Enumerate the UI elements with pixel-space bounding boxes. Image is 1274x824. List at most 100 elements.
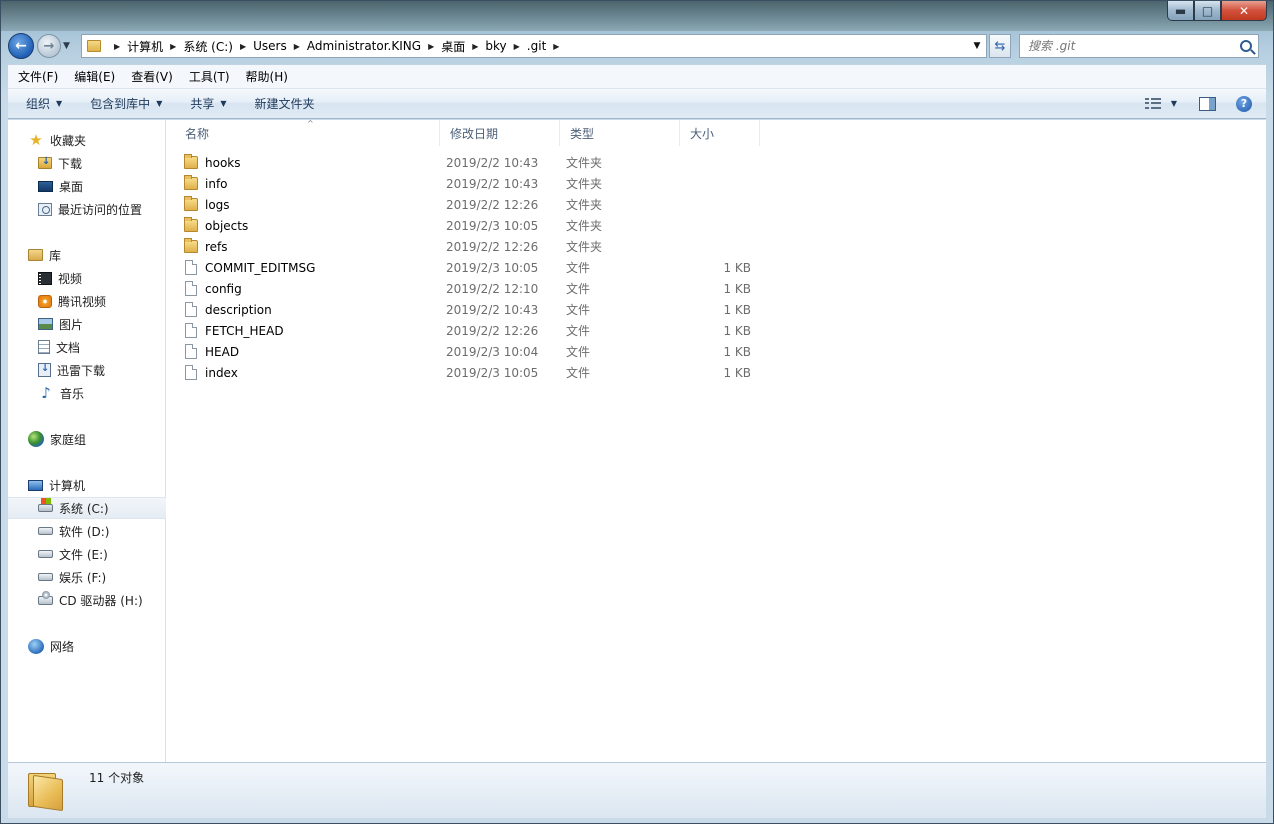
folder-icon — [87, 40, 101, 52]
breadcrumb-separator-icon[interactable]: ▶ — [553, 42, 559, 51]
file-row[interactable]: index 2019/2/3 10:05 文件 1 KB — [184, 362, 766, 383]
file-icon — [185, 365, 197, 380]
file-row[interactable]: hooks 2019/2/2 10:43 文件夹 — [184, 152, 766, 173]
file-row[interactable]: logs 2019/2/2 12:26 文件夹 — [184, 194, 766, 215]
menu-edit[interactable]: 编辑(E) — [74, 68, 115, 85]
chevron-down-icon: ▼ — [56, 99, 63, 108]
drive-icon — [38, 573, 53, 581]
new-folder-button[interactable]: 新建文件夹 — [255, 95, 315, 112]
view-options-dropdown[interactable]: ▼ — [1171, 99, 1177, 108]
sidebar-item-recent-places[interactable]: 最近访问的位置 — [8, 198, 166, 220]
sidebar-favorites[interactable]: ★ 收藏夹 — [8, 129, 166, 151]
file-row[interactable]: info 2019/2/2 10:43 文件夹 — [184, 173, 766, 194]
breadcrumb-separator-icon[interactable]: ▶ — [514, 42, 520, 51]
sidebar-homegroup[interactable]: 家庭组 — [8, 428, 166, 450]
help-icon[interactable]: ? — [1236, 95, 1252, 112]
folder-icon — [184, 196, 198, 211]
refresh-button[interactable]: ⇆ — [989, 34, 1011, 58]
back-button[interactable]: ← — [8, 33, 34, 59]
minimize-button[interactable]: ▬ — [1167, 1, 1194, 21]
file-name-cell: HEAD — [184, 344, 434, 359]
sidebar-label: CD 驱动器 (H:) — [59, 593, 143, 608]
file-modified: 2019/2/2 12:26 — [446, 239, 539, 254]
file-size: 1 KB — [723, 281, 751, 296]
file-row[interactable]: refs 2019/2/2 12:26 文件夹 — [184, 236, 766, 257]
sidebar-item-drive-f[interactable]: 娱乐 (F:) — [8, 566, 166, 588]
breadcrumb-item[interactable]: 系统 (C:) — [183, 38, 233, 55]
sidebar-libraries[interactable]: 库 — [8, 244, 166, 266]
column-header-modified[interactable]: 修改日期 — [440, 120, 560, 146]
sidebar-item-downloads[interactable]: 下载 — [8, 152, 166, 174]
file-name-cell: objects — [184, 217, 434, 233]
sidebar-network[interactable]: 网络 — [8, 635, 166, 657]
breadcrumb-item[interactable]: 桌面 — [441, 38, 465, 55]
sidebar-item-drive-c[interactable]: 系统 (C:) — [8, 497, 166, 519]
include-in-library-button[interactable]: 包含到库中 ▼ — [90, 95, 162, 112]
change-view-icon[interactable] — [1144, 97, 1161, 110]
breadcrumb-item[interactable]: bky — [485, 39, 506, 53]
sidebar-label: 桌面 — [59, 179, 84, 194]
arrow-right-icon: → — [43, 38, 55, 54]
file-type: 文件 — [566, 261, 591, 275]
file-row[interactable]: objects 2019/2/3 10:05 文件夹 — [184, 215, 766, 236]
breadcrumb-separator-icon[interactable]: ▶ — [114, 42, 120, 51]
breadcrumb-separator-icon[interactable]: ▶ — [170, 42, 176, 51]
recent-pages-dropdown[interactable]: ▼ — [63, 41, 75, 51]
file-name: FETCH_HEAD — [205, 323, 284, 338]
preview-pane-icon[interactable] — [1199, 96, 1216, 111]
breadcrumb-separator-icon[interactable]: ▶ — [240, 42, 246, 51]
breadcrumb-item[interactable]: .git — [527, 39, 546, 53]
menu-help[interactable]: 帮助(H) — [246, 68, 288, 85]
sidebar-item-tencent-video[interactable]: 腾讯视频 — [8, 290, 166, 312]
new-folder-label: 新建文件夹 — [254, 97, 315, 111]
column-header-size[interactable]: 大小 — [680, 120, 760, 146]
navigation-bar: ← → ▼ ▶ 计算机 ▶ 系统 (C:) ▶ Users ▶ Administ… — [8, 32, 1266, 60]
sidebar-label: 娱乐 (F:) — [59, 570, 107, 585]
breadcrumb-separator-icon[interactable]: ▶ — [428, 42, 434, 51]
breadcrumb-item[interactable]: Users — [253, 39, 287, 53]
file-modified: 2019/2/3 10:05 — [446, 365, 539, 380]
address-history-dropdown[interactable]: ▼ — [968, 41, 986, 51]
breadcrumb-item[interactable]: Administrator.KING — [307, 39, 421, 53]
search-icon[interactable] — [1240, 40, 1252, 52]
sidebar-item-documents[interactable]: 文档 — [8, 336, 166, 358]
sidebar-item-drive-d[interactable]: 软件 (D:) — [8, 520, 166, 542]
share-label: 共享 — [190, 97, 215, 111]
sidebar-computer[interactable]: 计算机 — [8, 474, 166, 496]
column-header-type[interactable]: 类型 — [560, 120, 680, 146]
menu-file[interactable]: 文件(F) — [18, 68, 58, 85]
organize-button[interactable]: 组织 ▼ — [26, 95, 62, 112]
menu-bar: 文件(F) 编辑(E) 查看(V) 工具(T) 帮助(H) — [8, 64, 1266, 88]
menu-view[interactable]: 查看(V) — [131, 68, 173, 85]
homegroup-icon — [28, 431, 44, 447]
title-bar[interactable] — [1, 1, 1273, 31]
file-row[interactable]: description 2019/2/2 10:43 文件 1 KB — [184, 299, 766, 320]
file-name: hooks — [205, 155, 241, 170]
search-input[interactable] — [1028, 39, 1228, 53]
sidebar-item-desktop[interactable]: 桌面 — [8, 175, 166, 197]
share-button[interactable]: 共享 ▼ — [190, 95, 226, 112]
sidebar-item-thunder-downloads[interactable]: 迅雷下载 — [8, 359, 166, 381]
breadcrumb-separator-icon[interactable]: ▶ — [472, 42, 478, 51]
file-row[interactable]: HEAD 2019/2/3 10:04 文件 1 KB — [184, 341, 766, 362]
sidebar-item-videos[interactable]: 视频 — [8, 267, 166, 289]
file-type: 文件 — [566, 345, 591, 359]
search-box[interactable] — [1019, 34, 1259, 58]
file-row[interactable]: config 2019/2/2 12:10 文件 1 KB — [184, 278, 766, 299]
sidebar-item-cd-drive-h[interactable]: CD 驱动器 (H:) — [8, 589, 166, 611]
breadcrumb-separator-icon[interactable]: ▶ — [294, 42, 300, 51]
sidebar-item-pictures[interactable]: 图片 — [8, 313, 166, 335]
sidebar-item-music[interactable]: ♪ 音乐 — [8, 382, 166, 404]
file-row[interactable]: FETCH_HEAD 2019/2/2 12:26 文件 1 KB — [184, 320, 766, 341]
close-button[interactable]: ✕ — [1221, 1, 1267, 21]
breadcrumb-item[interactable]: 计算机 — [127, 38, 163, 55]
forward-button[interactable]: → — [37, 34, 61, 58]
menu-tools[interactable]: 工具(T) — [189, 68, 230, 85]
file-name-cell: COMMIT_EDITMSG — [184, 260, 434, 275]
column-header-name[interactable]: ^ 名称 — [175, 119, 440, 146]
sidebar-item-drive-e[interactable]: 文件 (E:) — [8, 543, 166, 565]
address-bar[interactable]: ▶ 计算机 ▶ 系统 (C:) ▶ Users ▶ Administrator.… — [81, 34, 987, 58]
maximize-button[interactable]: □ — [1194, 1, 1221, 21]
file-row[interactable]: COMMIT_EDITMSG 2019/2/3 10:05 文件 1 KB — [184, 257, 766, 278]
file-name: logs — [205, 197, 230, 212]
